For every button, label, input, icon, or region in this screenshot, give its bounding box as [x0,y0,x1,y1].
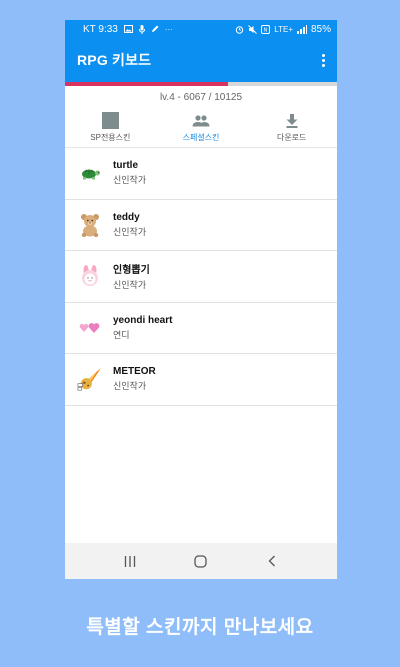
status-bar: KT 9:33 ··· N LTE+ 85% [65,20,337,38]
carrier-time: KT 9:33 [83,23,118,35]
skin-name: turtle [113,160,138,172]
skin-author: 신인작가 [113,381,147,392]
app-title: RPG 키보드 [77,52,152,68]
tab-sp-skin[interactable]: SP전용스킨 [65,108,156,147]
level-text: lv.4 - 6067 / 10125 [159,92,243,103]
network-type: LTE+ [274,24,293,34]
app-bar: RPG 키보드 [65,38,337,82]
skin-author: 신인작가 [113,280,147,291]
teddy-bear-icon [77,212,103,238]
phone-screen: KT 9:33 ··· N LTE+ 85% RPG 키보드 lv.4 - 60… [65,20,337,579]
image-icon [123,25,133,33]
skin-name: teddy [113,211,140,223]
skin-list-item[interactable]: METEOR 신인작가 [65,354,337,406]
skin-list-item[interactable]: yeondi heart 연디 [65,303,337,354]
people-icon [192,113,210,129]
pen-icon [151,25,159,32]
skin-list-item[interactable]: turtle 신인작가 [65,148,337,200]
tab-bar: SP전용스킨 스페셜스킨 다운로드 [65,108,337,148]
overflow-menu-icon[interactable] [318,50,329,71]
skin-list: turtle 신인작가 teddy 신인작가 인형뽑기 신인작가 yeondi … [65,148,337,406]
hearts-icon [77,315,103,341]
download-icon [283,113,301,129]
mic-icon [138,24,145,34]
bunny-icon [77,263,103,289]
skin-name: yeondi heart [113,314,173,326]
skin-name: 인형뽑기 [113,265,150,277]
svg-text:N: N [264,27,268,33]
tab-label: 스페셜스킨 [182,132,220,142]
mute-icon [248,24,258,34]
turtle-icon [77,160,103,186]
exp-progress-bar [65,82,337,86]
skin-author: 연디 [113,329,130,340]
promo-caption: 특별할 스킨까지 만나보세요 [86,617,314,638]
skin-author: 신인작가 [113,226,147,237]
nfc-icon: N [261,24,271,34]
tab-download[interactable]: 다운로드 [246,108,337,147]
battery-percent: 85% [310,23,331,35]
skin-list-item[interactable]: teddy 신인작가 [65,200,337,251]
meteor-icon [77,366,103,392]
exp-progress-fill [65,82,228,86]
back-icon[interactable] [257,549,287,573]
overflow-dots: ··· [164,24,173,34]
tab-special-skin[interactable]: 스페셜스킨 [156,108,247,147]
skin-author: 신인작가 [113,175,147,186]
tab-label: 다운로드 [276,132,307,142]
system-nav-bar [65,543,337,579]
alarm-icon [236,25,244,34]
home-icon[interactable] [186,549,216,573]
square-icon [101,112,119,129]
recent-apps-icon[interactable] [115,549,145,573]
skin-list-item[interactable]: 인형뽑기 신인작가 [65,251,337,303]
skin-name: METEOR [113,366,156,378]
tab-label: SP전용스킨 [90,132,131,142]
signal-icon [296,24,307,34]
